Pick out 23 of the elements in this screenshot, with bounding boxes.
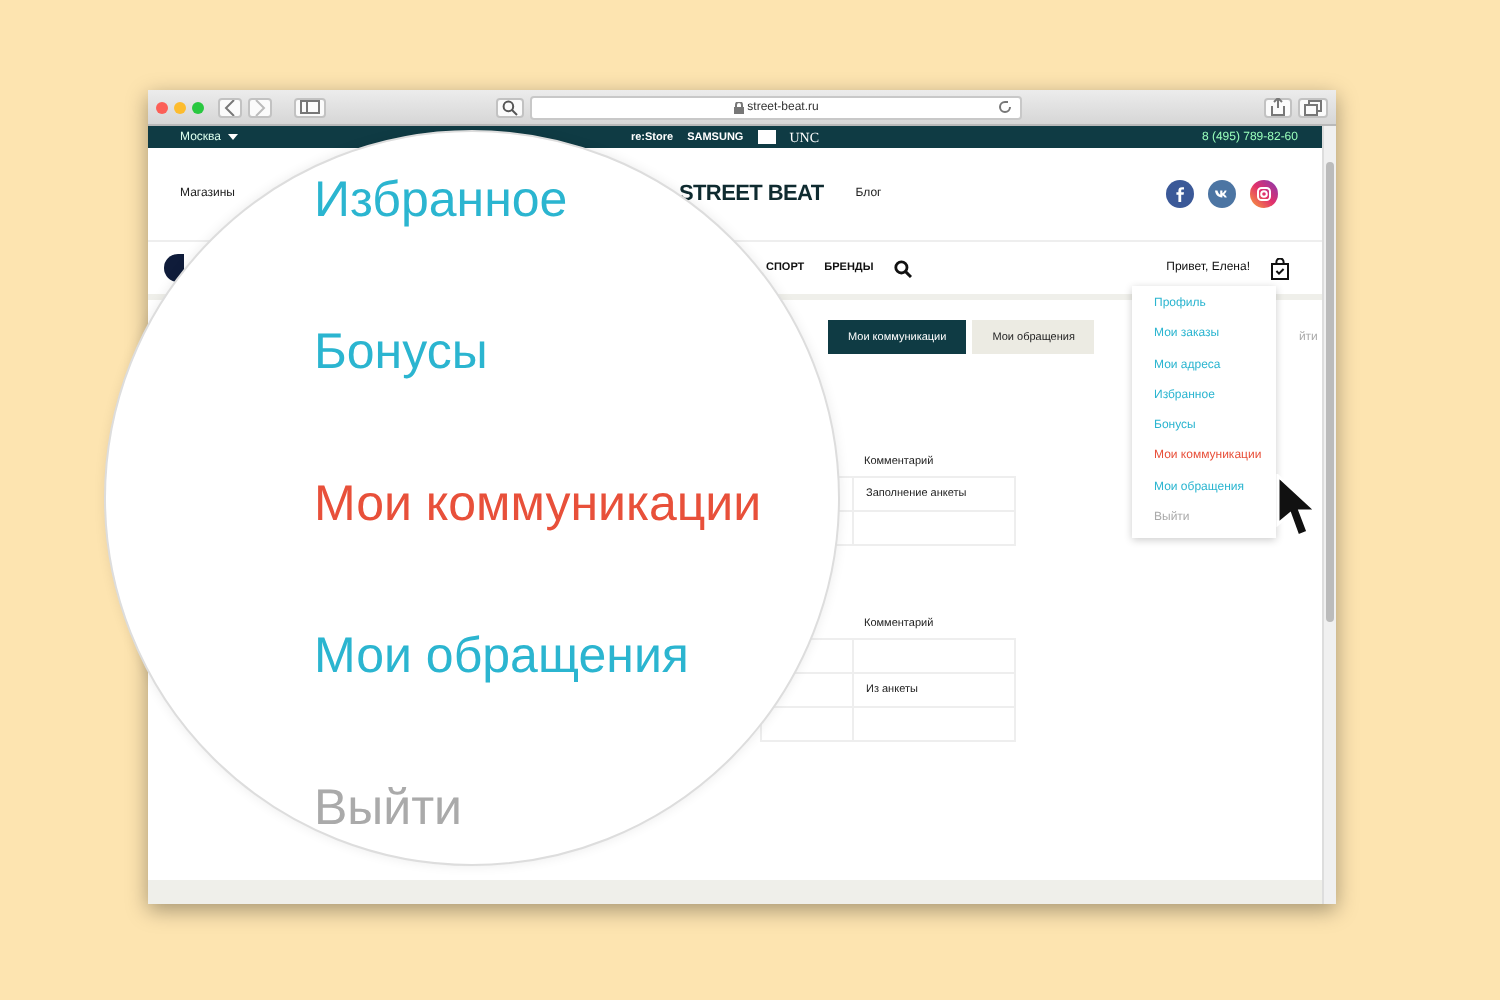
lock-icon xyxy=(733,101,744,113)
menu-item[interactable]: Бонусы xyxy=(314,324,488,382)
menu-item[interactable]: Мои коммуникации xyxy=(314,476,762,534)
menu-item[interactable]: Избранное xyxy=(314,172,568,230)
search-icon[interactable] xyxy=(893,259,912,277)
search-button[interactable] xyxy=(496,97,524,117)
scrollbar[interactable] xyxy=(1322,126,1336,904)
share-button[interactable] xyxy=(1264,97,1292,117)
instagram-icon[interactable] xyxy=(1250,180,1278,208)
bag-icon[interactable] xyxy=(1270,257,1290,279)
back-button[interactable] xyxy=(218,97,242,117)
site-logo[interactable]: STREET BEAT xyxy=(678,182,824,206)
close-icon[interactable] xyxy=(156,101,168,113)
brand-logo-icon[interactable] xyxy=(757,130,776,144)
facebook-icon[interactable] xyxy=(1166,180,1194,208)
caret-icon[interactable] xyxy=(228,134,239,140)
menu-item[interactable]: Мои обращения xyxy=(314,628,689,686)
reload-icon[interactable] xyxy=(998,100,1012,114)
menu-item[interactable]: Выйти xyxy=(314,780,463,838)
logo-icon[interactable] xyxy=(164,254,184,282)
sidebar-button[interactable] xyxy=(294,97,326,117)
vk-icon[interactable] xyxy=(1208,180,1236,208)
tabs-button[interactable] xyxy=(1298,97,1328,117)
